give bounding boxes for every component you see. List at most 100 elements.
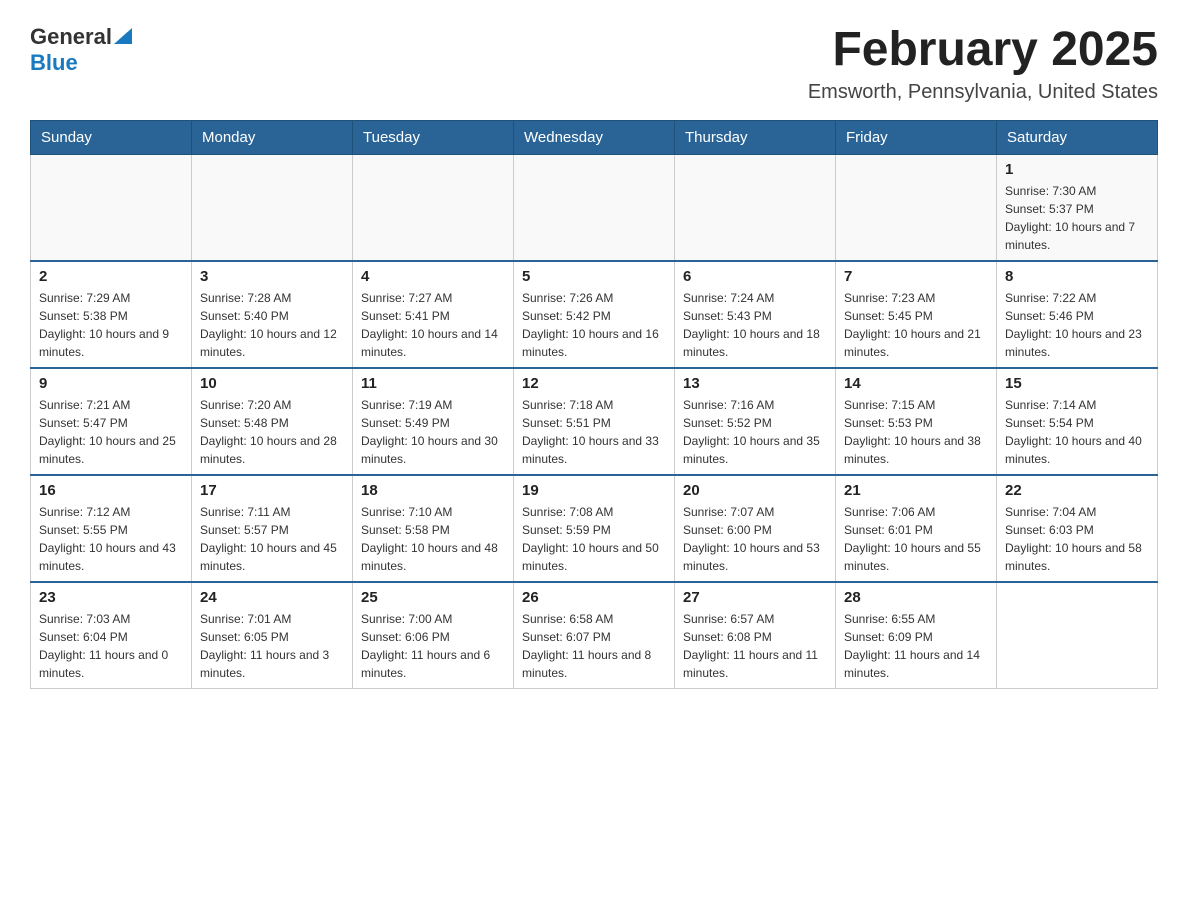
day-number: 14 [844, 375, 988, 392]
day-number: 11 [361, 375, 505, 392]
day-info: Sunrise: 7:08 AM Sunset: 5:59 PM Dayligh… [522, 503, 666, 575]
day-number: 24 [200, 589, 344, 606]
calendar-cell: 23 Sunrise: 7:03 AM Sunset: 6:04 PM Dayli… [31, 582, 192, 689]
day-info: Sunrise: 7:10 AM Sunset: 5:58 PM Dayligh… [361, 503, 505, 575]
calendar-cell: 17 Sunrise: 7:11 AM Sunset: 5:57 PM Dayli… [192, 475, 353, 582]
day-number: 26 [522, 589, 666, 606]
day-number: 5 [522, 268, 666, 285]
day-info: Sunrise: 7:28 AM Sunset: 5:40 PM Dayligh… [200, 289, 344, 361]
day-number: 2 [39, 268, 183, 285]
calendar-cell: 9 Sunrise: 7:21 AM Sunset: 5:47 PM Daylig… [31, 368, 192, 475]
calendar-cell: 10 Sunrise: 7:20 AM Sunset: 5:48 PM Dayli… [192, 368, 353, 475]
day-number: 20 [683, 482, 827, 499]
day-info: Sunrise: 7:03 AM Sunset: 6:04 PM Dayligh… [39, 610, 183, 682]
calendar-cell: 5 Sunrise: 7:26 AM Sunset: 5:42 PM Daylig… [514, 261, 675, 368]
day-number: 3 [200, 268, 344, 285]
page-header: General Blue February 2025 Emsworth, Pen… [30, 24, 1158, 104]
col-header-friday: Friday [836, 120, 997, 154]
day-info: Sunrise: 7:00 AM Sunset: 6:06 PM Dayligh… [361, 610, 505, 682]
day-info: Sunrise: 7:29 AM Sunset: 5:38 PM Dayligh… [39, 289, 183, 361]
calendar-cell [353, 154, 514, 261]
location-title: Emsworth, Pennsylvania, United States [808, 81, 1158, 104]
calendar-cell: 11 Sunrise: 7:19 AM Sunset: 5:49 PM Dayli… [353, 368, 514, 475]
month-title: February 2025 [808, 24, 1158, 77]
calendar-cell: 14 Sunrise: 7:15 AM Sunset: 5:53 PM Dayli… [836, 368, 997, 475]
day-number: 6 [683, 268, 827, 285]
col-header-thursday: Thursday [675, 120, 836, 154]
day-info: Sunrise: 6:58 AM Sunset: 6:07 PM Dayligh… [522, 610, 666, 682]
day-number: 23 [39, 589, 183, 606]
logo-general-text: General [30, 24, 112, 50]
day-info: Sunrise: 7:18 AM Sunset: 5:51 PM Dayligh… [522, 396, 666, 468]
day-number: 17 [200, 482, 344, 499]
calendar-cell: 13 Sunrise: 7:16 AM Sunset: 5:52 PM Dayli… [675, 368, 836, 475]
day-number: 4 [361, 268, 505, 285]
calendar-week-row: 9 Sunrise: 7:21 AM Sunset: 5:47 PM Daylig… [31, 368, 1158, 475]
col-header-sunday: Sunday [31, 120, 192, 154]
col-header-tuesday: Tuesday [353, 120, 514, 154]
day-info: Sunrise: 7:04 AM Sunset: 6:03 PM Dayligh… [1005, 503, 1149, 575]
day-info: Sunrise: 7:26 AM Sunset: 5:42 PM Dayligh… [522, 289, 666, 361]
calendar-cell: 24Sunrise: 7:01 AM Sunset: 6:05 PM Dayli… [192, 582, 353, 689]
calendar-cell: 28Sunrise: 6:55 AM Sunset: 6:09 PM Dayli… [836, 582, 997, 689]
day-info: Sunrise: 7:16 AM Sunset: 5:52 PM Dayligh… [683, 396, 827, 468]
col-header-saturday: Saturday [997, 120, 1158, 154]
day-number: 15 [1005, 375, 1149, 392]
day-info: Sunrise: 7:20 AM Sunset: 5:48 PM Dayligh… [200, 396, 344, 468]
day-number: 16 [39, 482, 183, 499]
calendar-header-row: SundayMondayTuesdayWednesdayThursdayFrid… [31, 120, 1158, 154]
day-info: Sunrise: 7:21 AM Sunset: 5:47 PM Dayligh… [39, 396, 183, 468]
day-info: Sunrise: 7:19 AM Sunset: 5:49 PM Dayligh… [361, 396, 505, 468]
logo-blue-text: Blue [30, 50, 78, 75]
day-number: 12 [522, 375, 666, 392]
title-block: February 2025 Emsworth, Pennsylvania, Un… [808, 24, 1158, 104]
calendar-cell: 19 Sunrise: 7:08 AM Sunset: 5:59 PM Dayli… [514, 475, 675, 582]
calendar-cell: 20 Sunrise: 7:07 AM Sunset: 6:00 PM Dayli… [675, 475, 836, 582]
day-info: Sunrise: 7:06 AM Sunset: 6:01 PM Dayligh… [844, 503, 988, 575]
calendar-week-row: 2 Sunrise: 7:29 AM Sunset: 5:38 PM Daylig… [31, 261, 1158, 368]
calendar-cell: 7Sunrise: 7:23 AM Sunset: 5:45 PM Daylig… [836, 261, 997, 368]
calendar-cell [514, 154, 675, 261]
calendar-cell: 6 Sunrise: 7:24 AM Sunset: 5:43 PM Daylig… [675, 261, 836, 368]
calendar-cell [675, 154, 836, 261]
col-header-monday: Monday [192, 120, 353, 154]
day-number: 7 [844, 268, 988, 285]
day-info: Sunrise: 7:15 AM Sunset: 5:53 PM Dayligh… [844, 396, 988, 468]
calendar-cell [836, 154, 997, 261]
day-number: 9 [39, 375, 183, 392]
day-number: 27 [683, 589, 827, 606]
calendar-cell: 22Sunrise: 7:04 AM Sunset: 6:03 PM Dayli… [997, 475, 1158, 582]
calendar-cell: 12 Sunrise: 7:18 AM Sunset: 5:51 PM Dayli… [514, 368, 675, 475]
day-number: 21 [844, 482, 988, 499]
day-info: Sunrise: 6:57 AM Sunset: 6:08 PM Dayligh… [683, 610, 827, 682]
day-info: Sunrise: 7:22 AM Sunset: 5:46 PM Dayligh… [1005, 289, 1149, 361]
calendar-cell [192, 154, 353, 261]
calendar-cell: 3 Sunrise: 7:28 AM Sunset: 5:40 PM Daylig… [192, 261, 353, 368]
day-number: 1 [1005, 161, 1149, 178]
calendar-cell: 21 Sunrise: 7:06 AM Sunset: 6:01 PM Dayli… [836, 475, 997, 582]
day-info: Sunrise: 7:12 AM Sunset: 5:55 PM Dayligh… [39, 503, 183, 575]
calendar-cell: 4 Sunrise: 7:27 AM Sunset: 5:41 PM Daylig… [353, 261, 514, 368]
calendar-cell: 26 Sunrise: 6:58 AM Sunset: 6:07 PM Dayli… [514, 582, 675, 689]
day-number: 10 [200, 375, 344, 392]
calendar-week-row: 16 Sunrise: 7:12 AM Sunset: 5:55 PM Dayli… [31, 475, 1158, 582]
day-info: Sunrise: 7:07 AM Sunset: 6:00 PM Dayligh… [683, 503, 827, 575]
day-info: Sunrise: 7:11 AM Sunset: 5:57 PM Dayligh… [200, 503, 344, 575]
day-info: Sunrise: 7:24 AM Sunset: 5:43 PM Dayligh… [683, 289, 827, 361]
calendar-cell: 25 Sunrise: 7:00 AM Sunset: 6:06 PM Dayli… [353, 582, 514, 689]
day-info: Sunrise: 7:27 AM Sunset: 5:41 PM Dayligh… [361, 289, 505, 361]
day-number: 18 [361, 482, 505, 499]
calendar-cell [31, 154, 192, 261]
calendar-week-row: 1 Sunrise: 7:30 AM Sunset: 5:37 PM Daylig… [31, 154, 1158, 261]
calendar-cell: 8 Sunrise: 7:22 AM Sunset: 5:46 PM Daylig… [997, 261, 1158, 368]
day-info: Sunrise: 7:30 AM Sunset: 5:37 PM Dayligh… [1005, 182, 1149, 254]
calendar-week-row: 23 Sunrise: 7:03 AM Sunset: 6:04 PM Dayli… [31, 582, 1158, 689]
day-number: 25 [361, 589, 505, 606]
day-number: 8 [1005, 268, 1149, 285]
day-number: 13 [683, 375, 827, 392]
calendar-cell: 2 Sunrise: 7:29 AM Sunset: 5:38 PM Daylig… [31, 261, 192, 368]
logo: General Blue [30, 24, 132, 76]
day-number: 19 [522, 482, 666, 499]
calendar-table: SundayMondayTuesdayWednesdayThursdayFrid… [30, 120, 1158, 689]
calendar-cell: 15Sunrise: 7:14 AM Sunset: 5:54 PM Dayli… [997, 368, 1158, 475]
